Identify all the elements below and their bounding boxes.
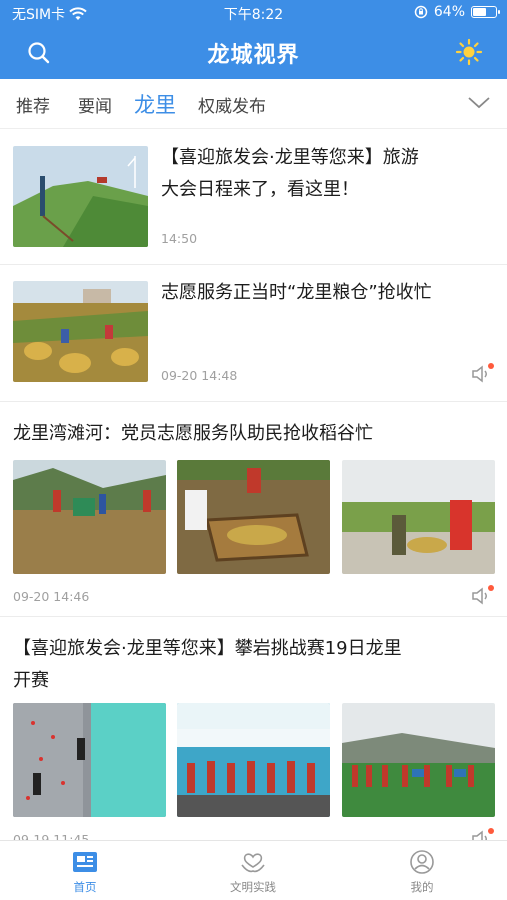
orientation-lock-icon xyxy=(414,5,428,19)
news-time: 09-20 14:48 xyxy=(161,368,238,383)
speaker-icon[interactable] xyxy=(470,585,494,606)
battery-fill xyxy=(473,8,487,16)
sun-icon[interactable] xyxy=(455,38,483,66)
news-thumbnail xyxy=(13,460,166,574)
status-right: 64% xyxy=(414,4,500,20)
bottom-tab-bar: 首页 文明实践 我的 xyxy=(0,840,507,900)
tabbar-label: 文明实践 xyxy=(230,880,276,894)
unread-dot xyxy=(488,363,494,369)
battery-icon xyxy=(471,6,500,18)
news-title-line: 龙里湾滩河：党员志愿服务队助民抢收稻谷忙 xyxy=(13,423,373,444)
news-thumbnail xyxy=(13,146,148,247)
news-time: 09-19 11:45 xyxy=(13,832,90,840)
news-title: 龙里湾滩河：党员志愿服务队助民抢收稻谷忙 xyxy=(13,418,498,450)
news-title-line: 【喜迎旅发会·龙里等您来】攀岩挑战赛19日龙里 xyxy=(13,638,402,659)
news-thumbnail xyxy=(342,703,495,817)
top-bar: 无SIM卡 下午8:22 64% 龙城视界 xyxy=(0,0,507,79)
news-item[interactable]: 志愿服务正当时“龙里粮仓”抢收忙 09-20 14:48 xyxy=(0,265,507,402)
tabbar-mine[interactable]: 我的 xyxy=(377,849,467,895)
news-thumbnail xyxy=(13,281,148,382)
news-title-line: 开赛 xyxy=(13,670,49,691)
nav-bar: 龙城视界 xyxy=(0,26,507,79)
tabbar-label: 我的 xyxy=(410,880,434,894)
news-item[interactable]: 【喜迎旅发会·龙里等您来】攀岩挑战赛19日龙里 开赛 09-19 11:45 xyxy=(0,617,507,840)
news-thumbnail xyxy=(342,460,495,574)
news-title: 【喜迎旅发会·龙里等您来】旅游 大会日程来了，看这里！ xyxy=(161,142,496,206)
tabbar-civilization-practice[interactable]: 文明实践 xyxy=(208,849,298,895)
heart-hands-icon xyxy=(241,853,265,873)
tab-longli[interactable]: 龙里 xyxy=(134,89,176,119)
news-title: 【喜迎旅发会·龙里等您来】攀岩挑战赛19日龙里 开赛 xyxy=(13,633,498,697)
news-icon xyxy=(73,852,97,872)
news-item[interactable]: 龙里湾滩河：党员志愿服务队助民抢收稻谷忙 09-20 14:46 xyxy=(0,402,507,617)
tab-headlines[interactable]: 要闻 xyxy=(78,92,112,117)
chevron-down-icon[interactable] xyxy=(467,94,491,110)
tab-official-release[interactable]: 权威发布 xyxy=(198,92,266,117)
news-time: 09-20 14:46 xyxy=(13,589,90,604)
battery-percent: 64% xyxy=(433,4,465,20)
unread-dot xyxy=(488,828,494,834)
news-thumbnail xyxy=(177,703,330,817)
news-item[interactable]: 【喜迎旅发会·龙里等您来】旅游 大会日程来了，看这里！ 14:50 xyxy=(0,130,507,265)
news-thumbnail xyxy=(177,460,330,574)
status-bar: 无SIM卡 下午8:22 64% xyxy=(0,0,507,26)
user-icon xyxy=(410,850,434,874)
unread-dot xyxy=(488,585,494,591)
speaker-icon[interactable] xyxy=(470,363,494,384)
news-title-line: 【喜迎旅发会·龙里等您来】旅游 xyxy=(161,147,419,168)
news-time: 14:50 xyxy=(161,231,198,246)
news-feed: 【喜迎旅发会·龙里等您来】旅游 大会日程来了，看这里！ 14:50 志愿服务正当… xyxy=(0,130,507,840)
tabbar-label: 首页 xyxy=(73,880,97,894)
speaker-icon[interactable] xyxy=(470,828,494,840)
news-title: 志愿服务正当时“龙里粮仓”抢收忙 xyxy=(161,277,496,309)
tabbar-home[interactable]: 首页 xyxy=(40,849,130,895)
channel-tabs: 推荐 要闻 龙里 权威发布 xyxy=(0,79,507,129)
app-title: 龙城视界 xyxy=(207,43,300,68)
tab-recommend[interactable]: 推荐 xyxy=(16,92,50,117)
news-title-line: 大会日程来了，看这里！ xyxy=(161,179,359,200)
news-thumbnail xyxy=(13,703,166,817)
news-title-line: 志愿服务正当时“龙里粮仓”抢收忙 xyxy=(161,282,432,303)
